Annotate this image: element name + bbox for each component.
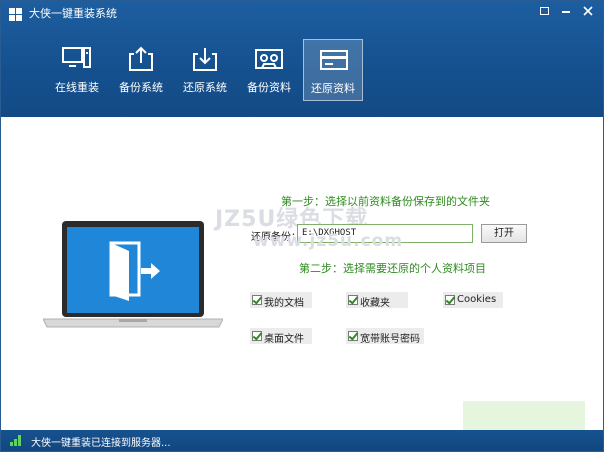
signal-icon — [10, 435, 24, 446]
tab-backup-system[interactable]: 备份系统 — [111, 39, 171, 101]
open-button[interactable]: 打开 — [481, 224, 527, 243]
option-favorites[interactable]: 收藏夹 — [346, 292, 408, 309]
tab-backup-data[interactable]: 备份资料 — [239, 39, 299, 101]
checkbox[interactable] — [348, 295, 358, 305]
download-icon — [193, 48, 217, 71]
checkbox[interactable] — [348, 331, 358, 341]
option-broadband-password[interactable]: 宽带账号密码 — [346, 328, 424, 345]
tab-label: 还原资料 — [311, 82, 355, 95]
close-button[interactable] — [580, 4, 596, 18]
option-desktop-files[interactable]: 桌面文件 — [250, 328, 312, 345]
laptop-illustration — [43, 221, 223, 328]
checkbox[interactable] — [445, 295, 455, 305]
tab-online-reinstall[interactable]: 在线重装 — [47, 39, 107, 101]
tab-label: 备份资料 — [247, 81, 291, 94]
tab-restore-data[interactable]: 还原资料 — [303, 39, 363, 101]
step1-label: 第一步：选择以前资料备份保存到的文件夹 — [281, 195, 490, 208]
option-label: 宽带账号密码 — [360, 334, 420, 345]
monitor-icon — [62, 47, 91, 68]
tab-label: 还原系统 — [183, 81, 227, 94]
option-cookies[interactable]: Cookies — [443, 292, 503, 308]
minimize-icon — [562, 11, 570, 13]
window-title: 大侠一键重装系统 — [29, 7, 117, 20]
option-label: 我的文档 — [264, 298, 304, 309]
checkbox[interactable] — [252, 295, 262, 305]
header-bar: 大侠一键重装系统 在线重装 备份系统 还原系统 备份资料 还原资料 — [1, 1, 603, 117]
card-icon — [320, 50, 348, 70]
tab-restore-system[interactable]: 还原系统 — [175, 39, 235, 101]
step2-label: 第二步：选择需要还原的个人资料项目 — [299, 262, 486, 275]
option-label: 桌面文件 — [264, 334, 304, 345]
option-my-documents[interactable]: 我的文档 — [250, 292, 312, 309]
status-text: 大侠一键重装已连接到服务器... — [31, 438, 171, 449]
menu-button[interactable] — [536, 4, 552, 18]
status-bar: 大侠一键重装已连接到服务器... — [1, 430, 603, 451]
menu-icon — [539, 7, 549, 15]
restore-backup-label: 还原备份： — [251, 232, 301, 243]
app-window: 大侠一键重装系统 在线重装 备份系统 还原系统 备份资料 还原资料 JZ5U绿色… — [0, 0, 604, 452]
tab-label: 备份系统 — [119, 81, 163, 94]
close-icon — [583, 6, 593, 16]
checkbox[interactable] — [252, 331, 262, 341]
option-label: Cookies — [457, 294, 497, 305]
minimize-button[interactable] — [558, 4, 574, 18]
option-label: 收藏夹 — [360, 298, 390, 309]
app-logo-icon — [9, 8, 22, 21]
title-bar: 大侠一键重装系统 — [1, 1, 603, 27]
backup-path-input[interactable]: E:\DXGHOST — [297, 224, 473, 243]
tab-label: 在线重装 — [55, 81, 99, 94]
upload-icon — [129, 46, 153, 71]
tape-icon — [255, 49, 283, 69]
